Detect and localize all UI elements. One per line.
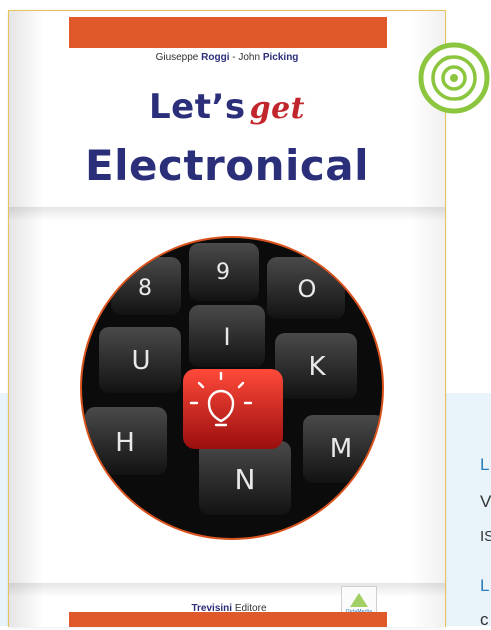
author1-first: Giuseppe (155, 52, 199, 63)
cover-bottom-stripe (69, 612, 387, 627)
key-label-n: N (235, 463, 256, 496)
side-link-2[interactable]: L (480, 576, 489, 596)
key-label-k: K (308, 352, 326, 382)
book-cover[interactable]: Giuseppe Roggi - John Picking Let’s get E… (8, 10, 446, 627)
key-label-m: M (330, 434, 352, 464)
key-lightbulb (183, 369, 283, 449)
side-text-2: V (480, 492, 491, 511)
key-label-u: U (131, 346, 150, 376)
key-m: M (303, 415, 382, 483)
cover-fold-shadow-bottom (9, 583, 445, 597)
key-label-i: I (223, 323, 230, 351)
cover-fold-shadow (9, 207, 445, 221)
key-k: K (275, 333, 357, 399)
book-title-line2: Electronical (84, 141, 370, 190)
keyboard-illustration: 8 9 O I U K H M N (80, 236, 384, 540)
title-word-lets: Let’s (148, 87, 246, 127)
key-i: I (189, 305, 265, 367)
key-label-o: O (298, 275, 317, 303)
key-label-h: H (115, 428, 135, 458)
author2-first: John (238, 52, 261, 63)
book-authors: Giuseppe Roggi - John Picking (9, 52, 445, 63)
side-text-5: c (480, 610, 489, 629)
key-u: U (99, 327, 181, 393)
author1-last: Roggi (201, 52, 230, 63)
key-h: H (85, 407, 167, 475)
key-label-8: 8 (138, 276, 152, 301)
cd-disc-icon[interactable] (418, 42, 490, 114)
title-word-get: get (249, 91, 306, 126)
book-logo-icon: DidaMedia (346, 593, 372, 615)
key-9: 9 (189, 243, 259, 301)
cover-top-stripe (69, 17, 387, 48)
key-o: O (267, 257, 345, 319)
side-text-3: IS (480, 528, 491, 545)
author2-last: Picking (262, 52, 299, 63)
key-n: N (199, 441, 291, 515)
side-link-1[interactable]: L (480, 455, 489, 475)
book-title-line1: Let’s get (9, 87, 445, 127)
key-label-9: 9 (216, 260, 230, 285)
